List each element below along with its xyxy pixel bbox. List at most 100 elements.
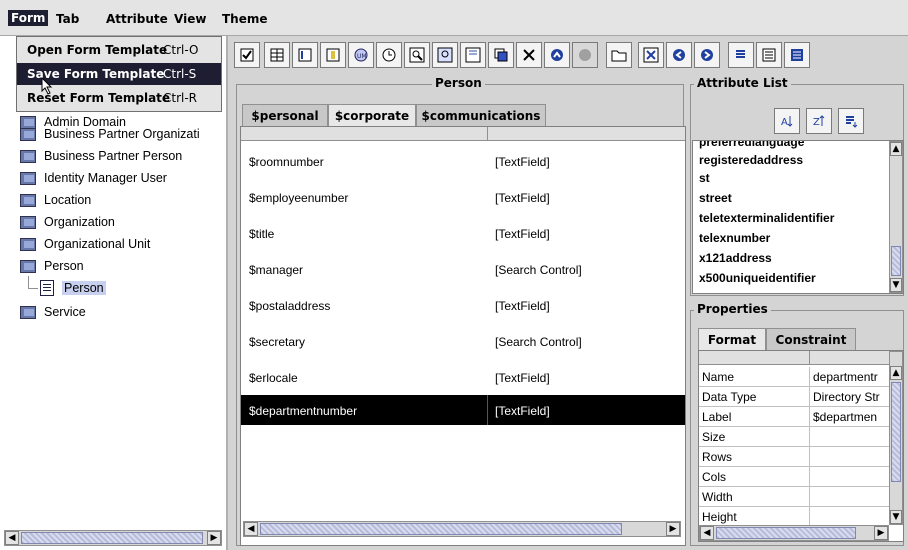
row-attribute: $departmentnumber: [249, 404, 358, 418]
menu-item-shortcut: Ctrl-S: [163, 67, 197, 81]
add-attribute-icon[interactable]: [838, 108, 864, 134]
properties-horizontal-scrollbar[interactable]: ◀ ▶: [699, 525, 889, 541]
selected-row-divider: [487, 395, 488, 425]
move-up-tool-icon[interactable]: [544, 42, 570, 68]
table-row[interactable]: $secretary [Search Control]: [241, 323, 685, 359]
tab-communications[interactable]: $communications: [416, 104, 546, 126]
scroll-up-button[interactable]: ▲: [890, 366, 902, 380]
table-row[interactable]: Cols: [699, 467, 889, 487]
list-item[interactable]: telexnumber: [699, 231, 770, 245]
checklist-tool-icon[interactable]: [756, 42, 782, 68]
tree-item-organization[interactable]: Organization: [20, 212, 115, 232]
search-tool-icon[interactable]: [404, 42, 430, 68]
menu-item-open-form-template[interactable]: Open Form Template Ctrl-O: [17, 39, 221, 61]
tree-horizontal-scrollbar[interactable]: ◀ ▶: [4, 530, 222, 546]
table-row[interactable]: $title [TextField]: [241, 215, 685, 251]
table-row[interactable]: Label $departmen: [699, 407, 889, 427]
list-item[interactable]: registeredaddress: [699, 153, 803, 167]
delete-tool-icon[interactable]: [516, 42, 542, 68]
tree-item-identity-manager-user[interactable]: Identity Manager User: [20, 168, 167, 188]
properties-vertical-scrollbar[interactable]: ▲ ▼: [889, 351, 903, 525]
label-tool-icon[interactable]: [320, 42, 346, 68]
scroll-thumb[interactable]: [260, 523, 622, 535]
table-row[interactable]: Size: [699, 427, 889, 447]
checkbox-tool-icon[interactable]: [234, 42, 260, 68]
table-row[interactable]: $employeenumber [TextField]: [241, 179, 685, 215]
tab-personal[interactable]: $personal: [242, 104, 328, 126]
textfield-tool-icon[interactable]: [292, 42, 318, 68]
tree-item-label: Person: [44, 259, 84, 273]
cell-divider: [809, 507, 810, 525]
tree-item-label: Location: [44, 193, 92, 207]
list-item[interactable]: x121address: [699, 251, 772, 265]
tree-item-service[interactable]: Service: [20, 302, 86, 322]
copy-tool-icon[interactable]: [488, 42, 514, 68]
sort-descending-icon[interactable]: Z: [806, 108, 832, 134]
scroll-left-button[interactable]: ◀: [700, 526, 714, 540]
cell-divider: [809, 467, 810, 487]
grid-header: [241, 127, 685, 141]
scroll-left-button[interactable]: ◀: [244, 522, 258, 536]
tab-left-tool-icon[interactable]: [666, 42, 692, 68]
tab-right-tool-icon[interactable]: [694, 42, 720, 68]
document-icon: [40, 280, 54, 296]
tab-corporate[interactable]: $corporate: [328, 104, 416, 126]
menu-tab[interactable]: Tab: [56, 12, 79, 26]
close-tab-tool-icon[interactable]: [638, 42, 664, 68]
table-row[interactable]: $manager [Search Control]: [241, 251, 685, 287]
tree-item-organizational-unit[interactable]: Organizational Unit: [20, 234, 150, 254]
table-row[interactable]: $postaladdress [TextField]: [241, 287, 685, 323]
properties-tool-icon[interactable]: [784, 42, 810, 68]
folder-tool-icon[interactable]: [606, 42, 632, 68]
sort-ascending-icon[interactable]: A: [774, 108, 800, 134]
scroll-right-button[interactable]: ▶: [666, 522, 680, 536]
tree-item-location[interactable]: Location: [20, 190, 91, 210]
table-tool-icon[interactable]: [264, 42, 290, 68]
picker-tool-icon[interactable]: [460, 42, 486, 68]
menu-view[interactable]: View: [174, 12, 206, 26]
scroll-down-button[interactable]: ▼: [890, 278, 902, 292]
list-item[interactable]: x500uniqueidentifier: [699, 271, 816, 285]
search-control-tool-icon[interactable]: [432, 42, 458, 68]
table-row[interactable]: Data Type Directory Str: [699, 387, 889, 407]
scroll-thumb[interactable]: [891, 382, 901, 482]
row-attribute: $manager: [249, 263, 304, 277]
cell-divider: [809, 367, 810, 387]
tab-constraint[interactable]: Constraint: [766, 328, 856, 350]
scroll-left-button[interactable]: ◀: [5, 531, 19, 545]
scroll-thumb[interactable]: [716, 527, 856, 539]
tree-item-business-partner-person[interactable]: Business Partner Person: [20, 146, 182, 166]
list-item[interactable]: preferredlanguage: [699, 141, 804, 149]
list-item[interactable]: street: [699, 191, 732, 205]
move-down-tool-icon[interactable]: [572, 42, 598, 68]
menu-form[interactable]: Form: [8, 10, 49, 26]
scroll-thumb[interactable]: [891, 246, 901, 276]
tree-item-person-form[interactable]: Person: [40, 278, 106, 298]
table-row[interactable]: Width: [699, 487, 889, 507]
tree-item-business-partner-organization[interactable]: Business Partner Organizati: [20, 124, 200, 144]
menu-item-shortcut: Ctrl-O: [163, 43, 199, 57]
list-tool-icon[interactable]: [728, 42, 754, 68]
scroll-right-button[interactable]: ▶: [874, 526, 888, 540]
scroll-right-button[interactable]: ▶: [207, 531, 221, 545]
tree-connector: [28, 288, 38, 289]
list-item[interactable]: teletexterminalidentifier: [699, 211, 834, 225]
table-row[interactable]: Name departmentr: [699, 367, 889, 387]
table-row[interactable]: $erlocale [TextField]: [241, 359, 685, 395]
list-item[interactable]: st: [699, 171, 710, 185]
menu-attribute[interactable]: Attribute: [106, 12, 168, 26]
tree-item-person[interactable]: Person: [20, 256, 84, 276]
menu-theme[interactable]: Theme: [222, 12, 268, 26]
table-row-selected[interactable]: $departmentnumber [TextField]: [241, 395, 685, 425]
clock-tool-icon[interactable]: [376, 42, 402, 68]
table-row[interactable]: Rows: [699, 447, 889, 467]
scroll-up-button[interactable]: ▲: [890, 142, 902, 156]
um-tool-icon[interactable]: UM: [348, 42, 374, 68]
scroll-thumb[interactable]: [21, 532, 203, 544]
table-row[interactable]: $roomnumber [TextField]: [241, 143, 685, 179]
grid-horizontal-scrollbar[interactable]: ◀ ▶: [243, 521, 681, 537]
attribute-list-vertical-scrollbar[interactable]: ▲ ▼: [889, 141, 903, 293]
tab-format[interactable]: Format: [698, 328, 766, 350]
table-row[interactable]: Height: [699, 507, 889, 525]
scroll-down-button[interactable]: ▼: [890, 510, 902, 524]
